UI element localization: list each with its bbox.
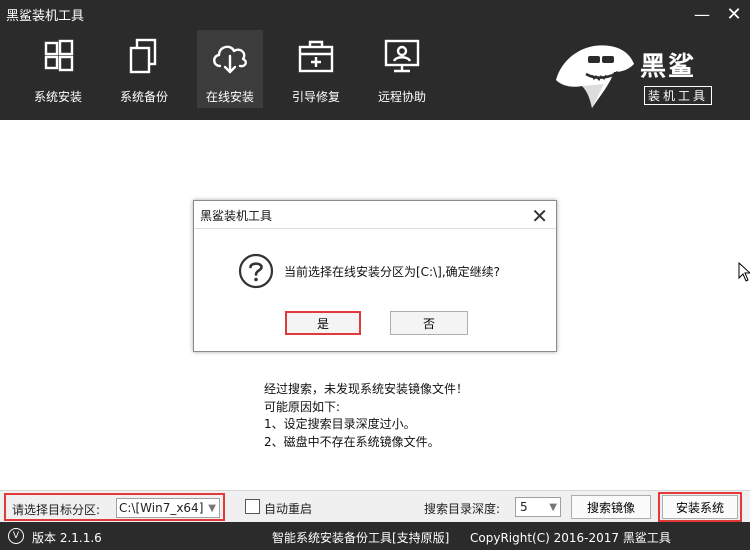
nav-label: 在线安装 [205, 90, 254, 104]
brand-subtitle: 装机工具 [644, 86, 713, 105]
target-partition-label: 请选择目标分区: [12, 503, 101, 517]
mouse-cursor-icon [738, 262, 750, 282]
target-partition-group: 请选择目标分区: C:\[Win7_x64] ▼ [4, 493, 225, 521]
minimize-button[interactable]: — [690, 3, 714, 25]
app-header: 黑鲨装机工具 — ✕ 系统安装 系统备份 在线安装 引导修复 远程协助 黑鲨 装… [0, 0, 750, 120]
remote-monitor-icon [384, 39, 420, 73]
bottom-toolbar: 请选择目标分区: C:\[Win7_x64] ▼ 自动重启 搜索目录深度: 5 … [0, 490, 750, 522]
nav-label: 远程协助 [377, 90, 426, 104]
info-line: 经过搜索，未发现系统安装镜像文件！ [264, 382, 469, 396]
copy-icon [129, 38, 157, 74]
dialog-title: 黑鲨装机工具 [200, 209, 273, 223]
target-partition-select[interactable]: C:\[Win7_x64] ▼ [116, 498, 220, 518]
close-button[interactable]: ✕ [722, 3, 746, 25]
toolbox-icon [298, 40, 334, 73]
info-line: 可能原因如下: [264, 399, 341, 414]
no-button[interactable]: 否 [390, 311, 468, 335]
cloud-download-icon [213, 45, 248, 74]
info-line: 2、磁盘中不存在系统镜像文件。 [264, 434, 440, 449]
nav-system-backup[interactable]: 系统备份 [111, 30, 177, 108]
confirm-dialog: 黑鲨装机工具 ✕ 当前选择在线安装分区为[C:\],确定继续? 是 否 [193, 200, 557, 352]
search-depth-select[interactable]: 5 ▼ [515, 497, 561, 517]
nav-boot-repair[interactable]: 引导修复 [283, 30, 349, 108]
info-line: 1、设定搜索目录深度过小。 [264, 417, 416, 431]
nav-label: 引导修复 [291, 90, 340, 104]
dialog-titlebar: 黑鲨装机工具 ✕ [194, 201, 556, 229]
auto-reboot-label: 自动重启 [264, 502, 313, 516]
product-text: 智能系统安装备份工具[支持原版] [272, 531, 450, 545]
dialog-close-icon[interactable]: ✕ [531, 204, 548, 228]
brand-name: 黑鲨 [640, 52, 697, 82]
search-depth-value: 5 [520, 500, 528, 514]
chevron-down-icon: ▼ [549, 502, 557, 513]
search-image-button[interactable]: 搜索镜像 [571, 495, 651, 519]
nav-online-install[interactable]: 在线安装 [197, 30, 263, 108]
nav-remote-assist[interactable]: 远程协助 [369, 30, 435, 108]
dialog-message: 当前选择在线安装分区为[C:\],确定继续? [284, 265, 501, 279]
nav-label: 系统备份 [119, 90, 168, 104]
version-text: 版本 2.1.1.6 [32, 531, 102, 545]
windows-icon [44, 39, 74, 72]
yes-button[interactable]: 是 [285, 311, 361, 335]
install-system-button[interactable]: 安装系统 [662, 495, 738, 519]
app-title: 黑鲨装机工具 [6, 9, 85, 24]
nav-label: 系统安装 [33, 90, 82, 104]
target-partition-value: C:\[Win7_x64] [119, 501, 204, 515]
copyright-text: CopyRight(C) 2016-2017 黑鲨工具 [470, 531, 671, 545]
search-depth-label: 搜索目录深度: [424, 502, 501, 516]
search-result-info: 经过搜索，未发现系统安装镜像文件！ 可能原因如下: 1、设定搜索目录深度过小。 … [264, 381, 468, 451]
chevron-down-icon: ▼ [208, 503, 216, 514]
version-chevron-icon[interactable]: V [8, 528, 24, 544]
status-bar: V 版本 2.1.1.6 智能系统安装备份工具[支持原版] CopyRight(… [0, 522, 750, 550]
nav-system-install[interactable]: 系统安装 [25, 30, 91, 108]
auto-reboot-checkbox[interactable] [245, 499, 260, 514]
question-icon [238, 253, 274, 289]
